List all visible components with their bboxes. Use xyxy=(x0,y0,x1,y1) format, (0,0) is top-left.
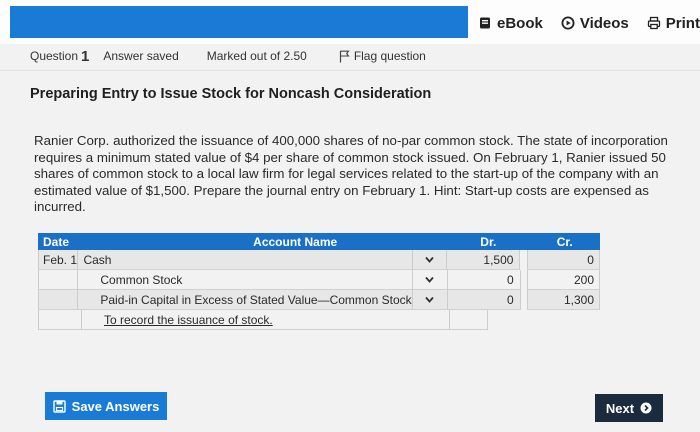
account-dropdown-toggle[interactable] xyxy=(412,250,448,270)
printer-icon xyxy=(647,16,660,30)
answer-status: Answer saved xyxy=(103,49,179,63)
account-dropdown-toggle[interactable] xyxy=(413,290,448,310)
next-label: Next xyxy=(605,400,635,416)
account-select[interactable]: Cash xyxy=(78,250,413,270)
credit-input[interactable]: 200 xyxy=(527,270,601,290)
save-answers-label: Save Answers xyxy=(71,398,160,414)
empty-cell xyxy=(450,310,488,330)
journal-row: Paid-in Capital in Excess of Stated Valu… xyxy=(38,290,601,310)
page-title: Preparing Entry to Issue Stock for Nonca… xyxy=(30,86,432,102)
flag-question-label: Flag question xyxy=(353,49,426,63)
date-header: Date xyxy=(43,234,70,249)
question-info-bar: Question 1 Answer saved Marked out of 2.… xyxy=(30,44,426,68)
credit-input[interactable]: 0 xyxy=(526,250,600,270)
play-circle-icon xyxy=(561,16,575,30)
videos-label: Videos xyxy=(579,14,629,32)
date-cell[interactable]: Feb. 1 xyxy=(38,250,79,270)
account-dropdown-toggle[interactable] xyxy=(413,270,448,290)
ebook-label: eBook xyxy=(497,14,543,32)
problem-text: Ranier Corp. authorized the issuance of … xyxy=(34,133,668,215)
date-cell[interactable] xyxy=(38,290,79,310)
flag-question-button[interactable]: Flag question xyxy=(339,49,426,63)
journal-header-row: Date Account Name Dr. Cr. xyxy=(38,233,600,250)
account-select[interactable]: Paid-in Capital in Excess of Stated Valu… xyxy=(78,290,414,310)
question-label: Question xyxy=(30,49,79,63)
book-icon xyxy=(480,17,490,29)
chevron-right-circle-icon xyxy=(640,402,652,414)
chevron-down-icon xyxy=(425,276,435,283)
print-label: Print xyxy=(665,14,700,32)
save-answers-button[interactable]: Save Answers xyxy=(45,392,167,420)
divider xyxy=(0,70,700,71)
debit-input[interactable]: 0 xyxy=(447,290,521,310)
journal-entry-table: Date Account Name Dr. Cr. Feb. 1 Cash 1,… xyxy=(38,233,601,330)
memo-cell[interactable]: To record the issuance of stock. xyxy=(82,310,450,330)
ebook-link[interactable]: eBook xyxy=(478,15,543,32)
resource-bar: eBook Videos Print xyxy=(470,6,700,40)
account-name-header: Account Name xyxy=(253,234,338,249)
debit-input[interactable]: 0 xyxy=(447,270,521,290)
journal-memo: To record the issuance of stock. xyxy=(104,312,273,327)
journal-memo-row: To record the issuance of stock. xyxy=(38,310,600,330)
print-link[interactable]: Print xyxy=(647,15,700,32)
credit-header: Cr. xyxy=(556,234,573,249)
header-band xyxy=(10,6,468,38)
debit-header: Dr. xyxy=(480,234,497,249)
chevron-down-icon xyxy=(425,296,435,303)
flag-icon xyxy=(339,50,350,62)
account-select[interactable]: Common Stock xyxy=(78,270,414,290)
date-cell xyxy=(38,310,82,330)
marks-text: Marked out of 2.50 xyxy=(206,49,307,63)
videos-link[interactable]: Videos xyxy=(561,15,629,32)
debit-input[interactable]: 1,500 xyxy=(447,250,521,270)
next-button[interactable]: Next xyxy=(595,394,663,422)
journal-row: Feb. 1 Cash 1,500 0 xyxy=(38,250,600,270)
save-icon xyxy=(52,399,66,413)
chevron-down-icon xyxy=(425,256,434,263)
question-number: 1 xyxy=(81,47,90,65)
credit-input[interactable]: 1,300 xyxy=(527,290,601,310)
date-cell[interactable] xyxy=(38,270,79,290)
top-banner: eBook Videos Print xyxy=(0,0,700,44)
journal-row: Common Stock 0 200 xyxy=(38,270,601,290)
